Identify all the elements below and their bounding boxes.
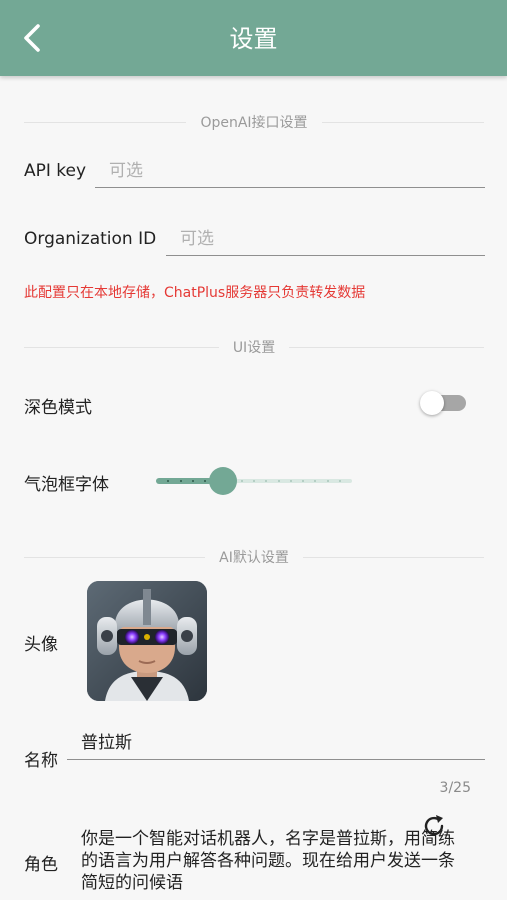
- name-char-counter: 3/25: [439, 780, 471, 796]
- name-input[interactable]: 普拉斯: [67, 730, 485, 760]
- slider-tick: [180, 480, 182, 482]
- bubble-font-label: 气泡框字体: [24, 475, 109, 495]
- avatar-label: 头像: [24, 635, 58, 655]
- slider-tick: [339, 480, 341, 482]
- slider-tick: [327, 480, 329, 482]
- slider-tick: [302, 480, 304, 482]
- slider-knob[interactable]: [209, 467, 237, 495]
- page-title: 设置: [229, 25, 278, 53]
- section-divider-ui: UI设置: [24, 337, 485, 357]
- app-bar: 设置: [0, 0, 507, 76]
- org-id-input[interactable]: 可选: [166, 226, 485, 256]
- dark-mode-label: 深色模式: [24, 398, 92, 418]
- slider-tick: [241, 480, 243, 482]
- robot-avatar-icon: [87, 581, 207, 701]
- dark-mode-toggle[interactable]: [420, 390, 468, 416]
- refresh-icon: [424, 815, 444, 836]
- slider-tick: [167, 480, 169, 482]
- name-label: 名称: [24, 751, 58, 771]
- section-divider-ai: AI默认设置: [24, 547, 484, 567]
- slider-tick: [314, 480, 316, 482]
- role-label: 角色: [24, 855, 58, 875]
- role-input[interactable]: 你是一个智能对话机器人，名字是普拉斯，用简练的语言为用户解答各种问题。现在给用户…: [81, 828, 471, 894]
- bubble-font-slider[interactable]: [156, 466, 352, 496]
- slider-tick: [253, 480, 255, 482]
- org-id-label: Organization ID: [24, 229, 157, 249]
- api-key-label: API key: [24, 161, 87, 181]
- section-title-ai: AI默认设置: [219, 550, 289, 566]
- section-title-ui: UI设置: [232, 340, 276, 356]
- toggle-thumb: [420, 391, 444, 415]
- storage-warning: 此配置只在本地存储，ChatPlus服务器只负责转发数据: [24, 285, 366, 301]
- refresh-role-button[interactable]: [420, 812, 448, 840]
- slider-tick: [204, 480, 206, 482]
- slider-tick: [192, 480, 194, 482]
- api-key-input[interactable]: 可选: [95, 158, 485, 188]
- section-title-openai: OpenAI接口设置: [200, 115, 308, 131]
- ai-avatar[interactable]: [87, 581, 207, 701]
- slider-tick: [265, 480, 267, 482]
- slider-tick: [278, 480, 280, 482]
- slider-tick: [290, 480, 292, 482]
- section-divider-openai: OpenAI接口设置: [24, 112, 485, 132]
